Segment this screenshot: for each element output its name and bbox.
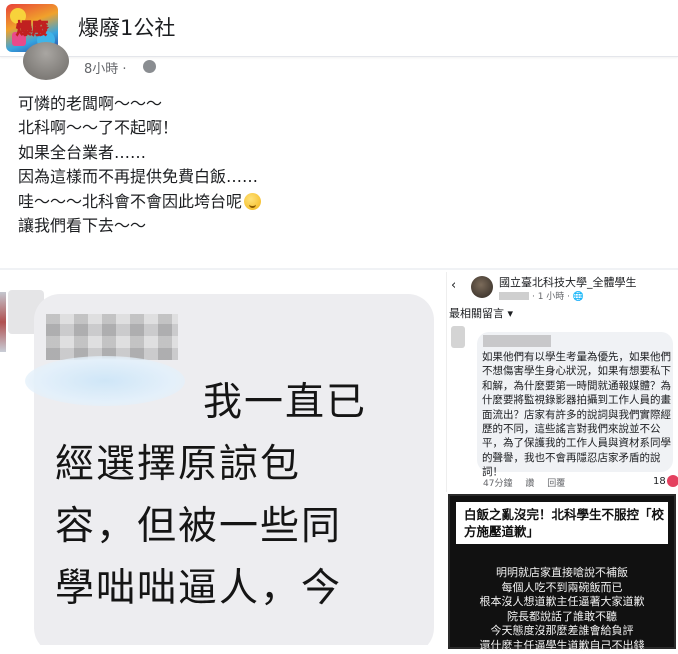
author-avatar[interactable]	[23, 42, 69, 80]
news-line: 明明就店家直接嗆說不補飯	[496, 566, 628, 579]
comment-time: 47分鐘	[483, 479, 513, 489]
page-name[interactable]: 爆廢1公社	[78, 12, 175, 42]
back-arrow-icon: ‹	[451, 278, 457, 293]
news-card-header: 白飯之亂沒完！北科學生不服控「校方施壓道歉」	[456, 502, 668, 544]
news-title: 白飯之亂沒完！北科學生不服控「校方施壓道歉」	[464, 507, 665, 539]
post-line-with-emoji: 哇～～～北科會不會因此垮台呢	[18, 190, 658, 214]
group-name: 國立臺北科技大學_全體學生	[499, 276, 637, 289]
news-card-image[interactable]: 白飯之亂沒完！北科學生不服控「校方施壓道歉」 明明就店家直接嗆說不補飯 每個人吃…	[448, 494, 676, 652]
comment-text: 如果他們有以學生考量為優先，如果他們不想傷害學生身心狀況，如果有想要私下和解，為…	[482, 351, 671, 479]
chat-message: 我一直已 經選擇原諒包 容，但被一些同 學咄咄逼人，今	[55, 372, 425, 620]
post-body: 可憐的老闆啊～～～ 北科啊～～了不起啊！ 如果全台業者…… 因為這樣而不再提供免…	[18, 92, 658, 238]
post-meta-text: · 1 小時 · 🌐	[532, 292, 585, 302]
news-line: 每個人吃不到兩碗飯而已	[501, 580, 623, 594]
globe-icon	[143, 60, 156, 73]
post-timestamp[interactable]: 8小時 ·	[84, 58, 127, 77]
blurred-author	[499, 292, 529, 300]
reply-action: 回覆	[547, 479, 566, 489]
post-line: 可憐的老闆啊～～～	[18, 94, 163, 113]
drooling-face-icon	[244, 192, 262, 210]
chat-screenshot-image[interactable]: 我一直已 經選擇原諒包 容，但被一些同 學咄咄逼人，今	[0, 272, 440, 645]
side-thumbnail-strip	[0, 292, 6, 352]
reaction-count: 18	[653, 476, 666, 487]
post-meta: · 1 小時 · 🌐	[499, 289, 584, 302]
blurred-commenter-name	[483, 335, 551, 347]
page-header: 爆廢 爆廢1公社	[0, 0, 678, 57]
like-action: 讚	[525, 479, 535, 489]
news-body: 明明就店家直接嗆說不補飯 每個人吃不到兩碗飯而已 根本沒人想道歉主任逼著大家道歉…	[460, 566, 664, 654]
news-line: 院長都說話了誰敢不聽	[507, 609, 617, 623]
news-line: 還什麼主任逼學生道歉自己不出錢	[479, 638, 645, 652]
reaction-icon	[667, 475, 678, 487]
post-line: 如果全台業者……	[18, 142, 147, 162]
comment-filter: 最相關留言 ▾	[449, 307, 514, 320]
news-line: 根本沒人想道歉主任逼著大家道歉	[479, 595, 645, 609]
chat-line: 容，但被一些同	[55, 504, 343, 549]
comment-actions: 47分鐘 讚 回覆	[483, 476, 575, 489]
post-line: 北科啊～～了不起啊！	[18, 118, 179, 138]
post-line-text: 哇～～～北科會不會因此垮台呢	[18, 191, 243, 211]
collage-divider	[0, 268, 678, 270]
news-line: 今天態度沒那麼差誰會給負評	[490, 624, 634, 638]
group-avatar	[471, 276, 493, 298]
svg-text:爆廢: 爆廢	[16, 19, 49, 38]
post-line: 讓我們看下去～～	[18, 216, 147, 236]
chat-line: 經選擇原諒包	[55, 442, 302, 487]
chat-line: 學咄咄逼人，今	[55, 566, 343, 611]
facebook-comment-screenshot[interactable]: ‹ 國立臺北科技大學_全體學生 · 1 小時 · 🌐 最相關留言 ▾ 如果他們有…	[446, 272, 678, 492]
commenter-avatar	[451, 326, 465, 348]
post-line: 因為這樣而不再提供免費白飯……	[18, 167, 259, 187]
chat-line: 我一直已	[203, 380, 368, 425]
pixelated-name	[46, 314, 178, 360]
